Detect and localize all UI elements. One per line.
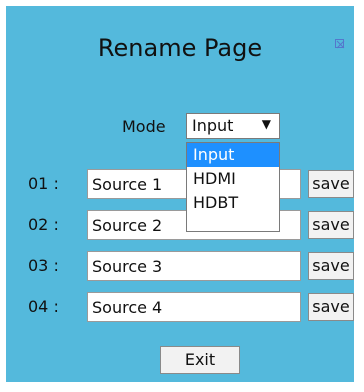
mode-option-hdbt[interactable]: HDBT: [187, 191, 279, 215]
save-button-01[interactable]: save: [308, 170, 354, 198]
save-button-04[interactable]: save: [308, 293, 354, 321]
page-title: Rename Page: [97, 34, 263, 62]
row-label-03: 03 :: [28, 256, 59, 275]
mode-select[interactable]: Input ▼: [186, 113, 280, 139]
dropdown-arrow-icon: ▼: [261, 117, 271, 131]
source-name-input-04[interactable]: Source 4: [87, 292, 301, 322]
row-label-01: 01 :: [28, 174, 59, 193]
exit-button[interactable]: Exit: [160, 346, 240, 374]
row-label-02: 02 :: [28, 215, 59, 234]
source-name-input-03[interactable]: Source 3: [87, 251, 301, 281]
rename-panel: Rename Page Mode Input ▼ 01 : Source 1 s…: [6, 6, 354, 382]
mode-option-input[interactable]: Input: [187, 143, 279, 167]
mode-option-hdmi[interactable]: HDMI: [187, 167, 279, 191]
mode-dropdown-list: Input HDMI HDBT: [186, 142, 280, 232]
row-label-04: 04 :: [28, 297, 59, 316]
mode-selected-value: Input: [192, 116, 234, 135]
mode-label: Mode: [122, 117, 166, 136]
close-icon[interactable]: [335, 39, 345, 49]
save-button-03[interactable]: save: [308, 252, 354, 280]
save-button-02[interactable]: save: [308, 211, 354, 239]
